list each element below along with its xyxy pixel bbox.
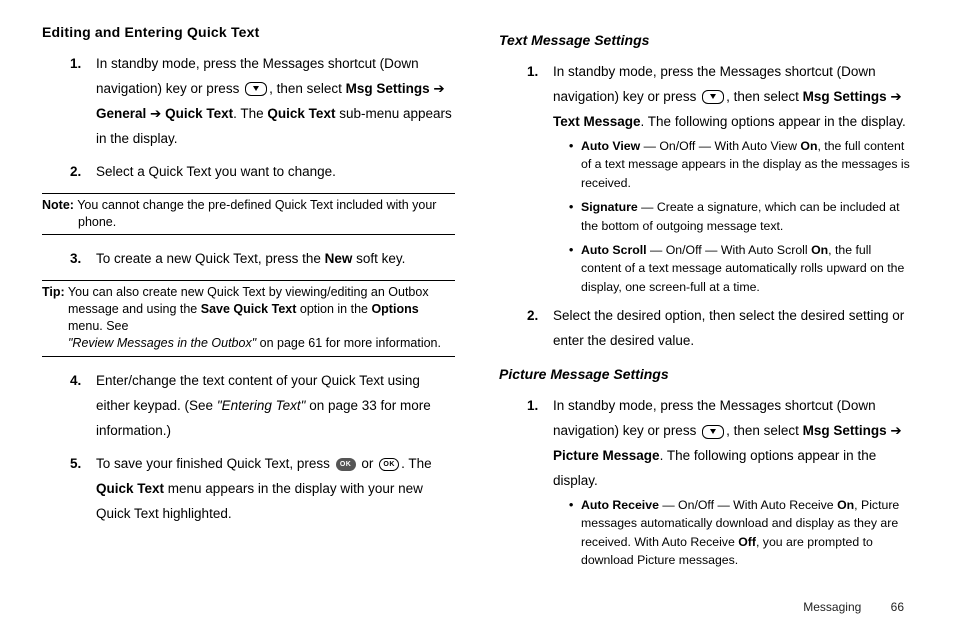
page: Editing and Entering Quick Text 1. In st… <box>0 0 954 600</box>
tip-text: You can also create new Quick Text by vi… <box>65 285 429 299</box>
tip-text-cont: message and using the Save Quick Text op… <box>42 301 455 352</box>
step-number: 2. <box>527 304 538 329</box>
text-msg-steps: 1. In standby mode, press the Messages s… <box>499 60 912 354</box>
list-item: Auto View — On/Off — With Auto View On, … <box>569 137 912 192</box>
note-text: You cannot change the pre-defined Quick … <box>74 198 437 212</box>
nav-key-icon <box>702 90 724 104</box>
right-column: Text Message Settings 1. In standby mode… <box>477 20 912 590</box>
footer-section: Messaging <box>803 600 861 614</box>
heading-text-msg-settings: Text Message Settings <box>499 28 912 54</box>
list-item: 3. To create a new Quick Text, press the… <box>70 247 455 272</box>
ok-key-outline-icon: OK <box>379 458 399 471</box>
step-number: 1. <box>527 60 538 85</box>
nav-key-icon <box>245 82 267 96</box>
step-text: To create a new Quick Text, press the Ne… <box>96 251 405 266</box>
pic-msg-steps: 1. In standby mode, press the Messages s… <box>499 394 912 570</box>
step-text: In standby mode, press the Messages shor… <box>96 56 452 146</box>
note-box: Note: You cannot change the pre-defined … <box>42 193 455 236</box>
heading-picture-msg-settings: Picture Message Settings <box>499 362 912 388</box>
step-number: 5. <box>70 452 81 477</box>
list-item: 1. In standby mode, press the Messages s… <box>70 52 455 152</box>
step-text: Select the desired option, then select t… <box>553 308 904 348</box>
list-item: Auto Scroll — On/Off — With Auto Scroll … <box>569 241 912 296</box>
quick-text-steps-cont: 3. To create a new Quick Text, press the… <box>42 247 455 272</box>
list-item: Signature — Create a signature, which ca… <box>569 198 912 235</box>
step-number: 4. <box>70 369 81 394</box>
tip-label: Tip: <box>42 285 65 299</box>
tip-box: Tip: You can also create new Quick Text … <box>42 280 455 357</box>
step-text: In standby mode, press the Messages shor… <box>553 398 902 488</box>
pic-options-bullets: Auto Receive — On/Off — With Auto Receiv… <box>553 496 912 570</box>
step-text: To save your finished Quick Text, press … <box>96 456 432 521</box>
ok-key-filled-icon: OK <box>336 458 356 471</box>
note-label: Note: <box>42 198 74 212</box>
heading-editing-quick-text: Editing and Entering Quick Text <box>42 20 455 46</box>
page-footer: Messaging 66 <box>803 600 904 614</box>
step-text: Select a Quick Text you want to change. <box>96 164 336 179</box>
note-text-cont: phone. <box>42 214 455 231</box>
text-options-bullets: Auto View — On/Off — With Auto View On, … <box>553 137 912 297</box>
footer-page-number: 66 <box>891 600 904 614</box>
list-item: 4. Enter/change the text content of your… <box>70 369 455 444</box>
list-item: 1. In standby mode, press the Messages s… <box>527 394 912 570</box>
step-text: In standby mode, press the Messages shor… <box>553 64 906 129</box>
list-item: Auto Receive — On/Off — With Auto Receiv… <box>569 496 912 570</box>
list-item: 2. Select a Quick Text you want to chang… <box>70 160 455 185</box>
step-number: 2. <box>70 160 81 185</box>
step-number: 3. <box>70 247 81 272</box>
list-item: 1. In standby mode, press the Messages s… <box>527 60 912 296</box>
step-number: 1. <box>527 394 538 419</box>
list-item: 5. To save your finished Quick Text, pre… <box>70 452 455 527</box>
nav-key-icon <box>702 425 724 439</box>
list-item: 2. Select the desired option, then selec… <box>527 304 912 354</box>
step-number: 1. <box>70 52 81 77</box>
step-text: Enter/change the text content of your Qu… <box>96 373 431 438</box>
left-column: Editing and Entering Quick Text 1. In st… <box>42 20 477 590</box>
quick-text-steps: 1. In standby mode, press the Messages s… <box>42 52 455 185</box>
quick-text-steps-cont2: 4. Enter/change the text content of your… <box>42 369 455 527</box>
